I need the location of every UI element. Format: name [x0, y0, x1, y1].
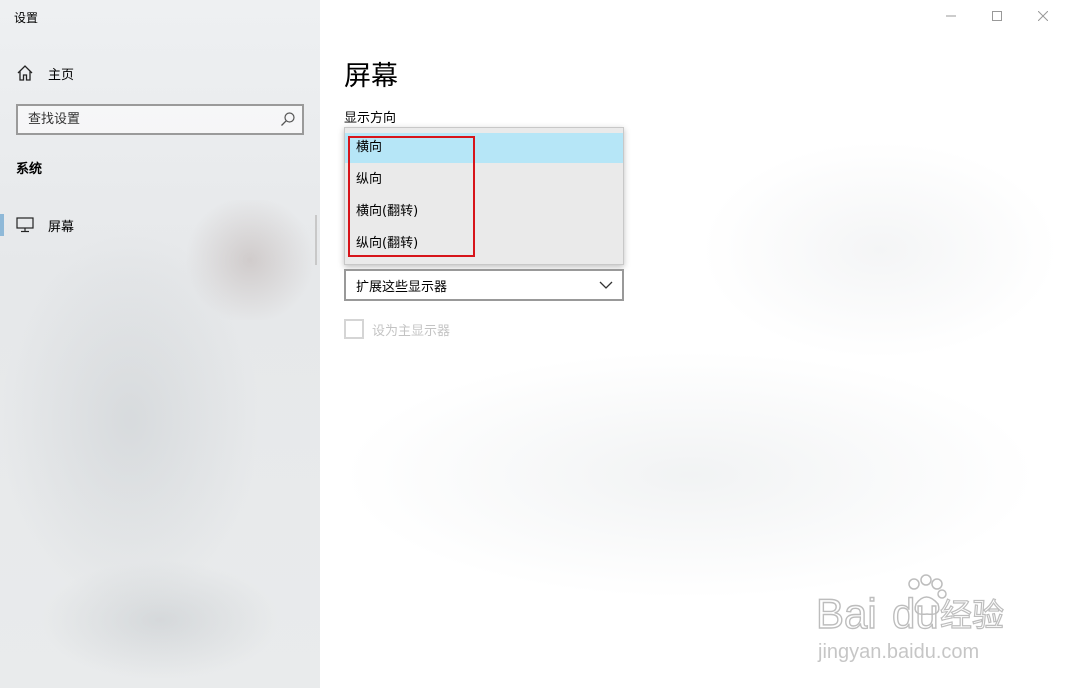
- svg-text:经验: 经验: [940, 596, 1004, 634]
- primary-display-checkbox[interactable]: 设为主显示器: [344, 319, 450, 339]
- minimize-button[interactable]: [928, 0, 974, 32]
- background-blur: [0, 230, 260, 610]
- chevron-down-icon: [599, 281, 613, 289]
- svg-text:du: du: [892, 590, 939, 637]
- home-icon: [17, 65, 33, 81]
- close-button[interactable]: [1020, 0, 1066, 32]
- nav-home-label: 主页: [48, 67, 75, 83]
- search-box[interactable]: [16, 104, 304, 135]
- annotation-highlight-box: [348, 136, 475, 257]
- background-blur: [340, 350, 1040, 600]
- checkbox-label: 设为主显示器: [372, 323, 451, 339]
- svg-text:Bai: Bai: [816, 590, 877, 637]
- window-controls: [928, 0, 1066, 32]
- scrollbar[interactable]: [315, 215, 317, 265]
- baidu-jingyan-watermark: Bai du 经验 jingyan.baidu.com: [816, 574, 1005, 663]
- search-input[interactable]: [18, 106, 268, 133]
- multi-display-value: 扩展这些显示器: [356, 279, 448, 295]
- sidebar: 设置 主页 系统 屏幕: [0, 0, 320, 688]
- maximize-icon: [992, 11, 1002, 21]
- monitor-icon: [16, 217, 34, 233]
- active-indicator: [0, 214, 4, 236]
- window-title: 设置: [14, 11, 39, 25]
- orientation-label: 显示方向: [344, 111, 397, 126]
- search-icon[interactable]: [280, 111, 296, 127]
- maximize-button[interactable]: [974, 0, 1020, 32]
- sidebar-item-label: 屏幕: [48, 219, 75, 235]
- section-label: 系统: [16, 162, 43, 177]
- multi-display-select[interactable]: 扩展这些显示器: [344, 269, 624, 301]
- minimize-icon: [946, 15, 956, 17]
- page-title: 屏幕: [344, 61, 398, 92]
- close-icon: [1038, 11, 1048, 21]
- nav-home[interactable]: 主页: [16, 62, 74, 84]
- sidebar-item-display[interactable]: 屏幕: [0, 212, 320, 238]
- background-blur: [40, 560, 280, 680]
- background-blur: [700, 140, 1060, 360]
- checkbox[interactable]: [344, 319, 364, 339]
- svg-text:jingyan.baidu.com: jingyan.baidu.com: [817, 641, 979, 663]
